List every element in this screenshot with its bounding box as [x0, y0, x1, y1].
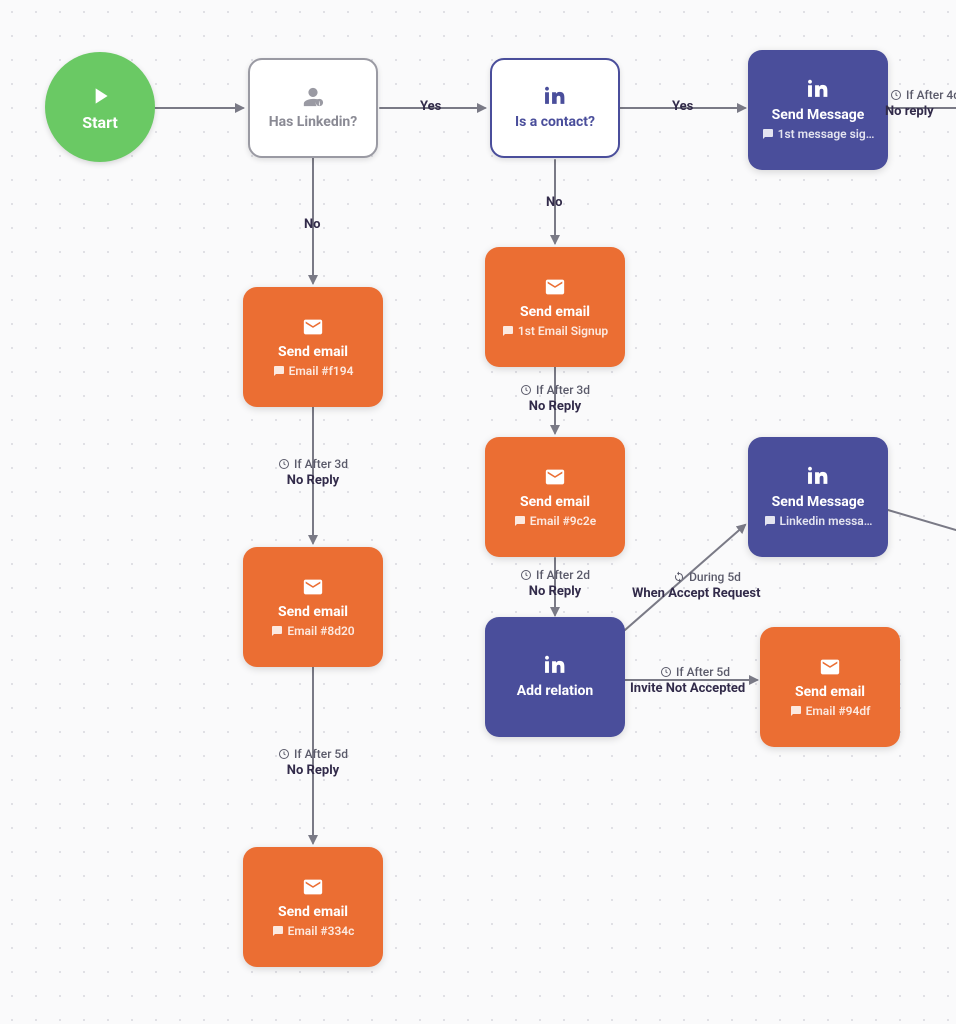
node-title: Send email	[278, 904, 348, 920]
edge-label-no1: No	[304, 217, 321, 232]
action-send-email-6[interactable]: Send email Email #94df	[760, 627, 900, 747]
node-title: Send email	[795, 684, 865, 700]
play-icon	[87, 83, 113, 109]
edge-label-after3a: If After 3d No Reply	[258, 457, 368, 488]
action-send-message-2[interactable]: Send Message Linkedin messa…	[748, 437, 888, 557]
linkedin-icon	[542, 655, 568, 677]
edge-label-yes1: Yes	[420, 99, 441, 114]
node-subtext: Email #94df	[790, 704, 871, 718]
mail-icon	[299, 876, 327, 898]
linkedin-icon	[542, 86, 568, 108]
edge-label-during5: During 5d When Accept Request	[632, 570, 782, 601]
mail-icon	[541, 466, 569, 488]
node-title: Send Message	[772, 494, 865, 510]
action-send-email-4[interactable]: Send email 1st Email Signup	[485, 247, 625, 367]
action-send-message-1[interactable]: Send Message 1st message sig…	[748, 50, 888, 170]
node-title: Send email	[520, 304, 590, 320]
edge-label-after5a: If After 5d No Reply	[258, 747, 368, 778]
node-title: Send email	[278, 604, 348, 620]
action-send-email-3[interactable]: Send email Email #334c	[243, 847, 383, 967]
edge-label-after2: If After 2d No Reply	[500, 568, 610, 599]
linkedin-icon	[805, 466, 831, 488]
action-send-email-1[interactable]: Send email Email #f194	[243, 287, 383, 407]
action-send-email-5[interactable]: Send email Email #9c2e	[485, 437, 625, 557]
edge-label-no2: No	[546, 195, 563, 210]
node-title: Send Message	[772, 107, 865, 123]
edge-label-yes2: Yes	[672, 99, 693, 114]
start-node[interactable]: Start	[45, 52, 155, 162]
node-title: Add relation	[517, 683, 594, 699]
node-subtext: Email #8d20	[271, 624, 354, 638]
node-subtext: Email #9c2e	[514, 514, 596, 528]
person-info-icon: i	[300, 86, 326, 108]
node-subtext: Email #f194	[273, 364, 354, 378]
node-title: Send email	[278, 344, 348, 360]
edge-label-after5b: If After 5d Invite Not Accepted	[630, 665, 760, 696]
node-subtext: 1st message sig…	[762, 127, 875, 141]
edge-label-after4: If After 4d No reply	[885, 88, 956, 119]
mail-icon	[299, 316, 327, 338]
start-label: Start	[82, 113, 118, 132]
node-subtext: Linkedin messa…	[764, 514, 873, 528]
edge-label-after3b: If After 3d No Reply	[500, 383, 610, 414]
node-title: Has Linkedin?	[269, 114, 357, 130]
action-send-email-2[interactable]: Send email Email #8d20	[243, 547, 383, 667]
action-add-relation[interactable]: Add relation	[485, 617, 625, 737]
mail-icon	[541, 276, 569, 298]
node-title: Send email	[520, 494, 590, 510]
node-title: Is a contact?	[515, 114, 595, 130]
decision-is-contact[interactable]: Is a contact?	[490, 58, 620, 158]
decision-has-linkedin[interactable]: i Has Linkedin?	[248, 58, 378, 158]
node-subtext: 1st Email Signup	[502, 324, 608, 338]
node-subtext: Email #334c	[272, 924, 355, 938]
mail-icon	[299, 576, 327, 598]
linkedin-icon	[805, 79, 831, 101]
mail-icon	[816, 656, 844, 678]
